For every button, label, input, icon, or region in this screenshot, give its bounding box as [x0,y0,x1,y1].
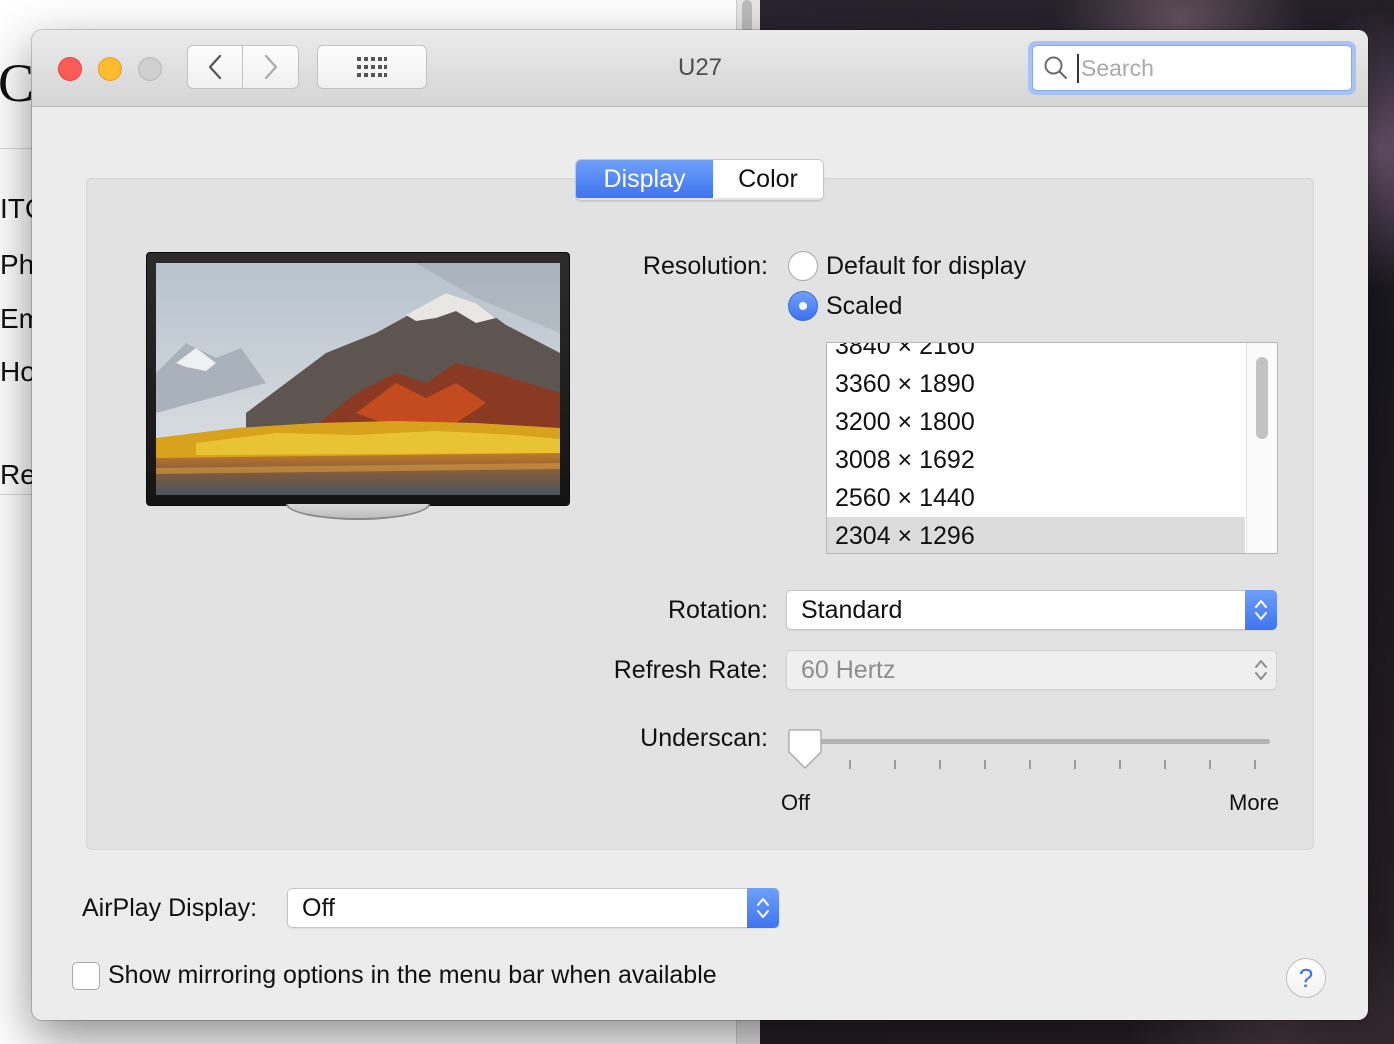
resolution-list-item[interactable]: 3200 × 1800 [827,403,1245,441]
search-box[interactable] [1032,45,1352,91]
wallpaper-image [156,263,560,495]
search-icon [1044,56,1068,80]
refresh-rate-label: Refresh Rate: [613,656,768,684]
chevron-left-icon [208,54,222,80]
background-item: Ho [0,356,36,387]
resolution-list[interactable]: 3840 × 2160 3360 × 1890 3200 × 1800 3008… [826,342,1278,554]
mirroring-checkbox[interactable] [72,962,100,990]
resolution-list-item[interactable]: 2560 × 1440 [827,479,1245,517]
scrollbar-thumb[interactable] [1256,357,1268,439]
back-button[interactable] [187,45,243,89]
show-all-button[interactable] [317,45,427,89]
title-bar: U27 [32,30,1368,107]
refresh-rate-value: 60 Hertz [801,655,896,684]
airplay-value: Off [302,893,335,922]
airplay-select[interactable]: Off [287,888,779,928]
search-field[interactable] [1028,41,1356,95]
slider-tick [1164,760,1166,769]
slider-tick [1074,760,1076,769]
select-arrows [1245,650,1277,690]
resolution-scrollbar[interactable] [1246,343,1277,553]
slider-tick [849,760,851,769]
chevron-up-down-icon [1255,600,1267,620]
underscan-max-label: More [1229,790,1280,815]
underscan-slider-track[interactable] [804,739,1270,744]
rotation-value: Standard [801,595,903,624]
resolution-list-item[interactable]: 3840 × 2160 [827,343,1245,365]
display-preferences-window: U27 Display Color [32,30,1368,1020]
select-arrows [747,888,779,928]
mirroring-label[interactable]: Show mirroring options in the menu bar w… [108,961,717,990]
slider-tick [1119,760,1121,769]
slider-tick [984,760,986,769]
forward-button[interactable] [243,45,299,89]
zoom-button[interactable] [138,57,162,81]
slider-tick [894,760,896,769]
slider-tick [1029,760,1031,769]
tab-bar: Display Color [575,159,824,201]
airplay-label: AirPlay Display: [82,894,258,922]
slider-tick [1254,760,1256,769]
window-title: U27 [677,54,723,81]
chevron-up-down-icon [757,898,769,918]
tab-color[interactable]: Color [713,160,823,198]
underscan-min-label: Off [781,790,810,815]
resolution-list-item[interactable]: 3360 × 1890 [827,365,1245,403]
close-button[interactable] [58,57,82,81]
underscan-label: Underscan: [640,724,768,752]
resolution-list-item-selected[interactable]: 2304 × 1296 [827,517,1245,553]
minimize-button[interactable] [98,57,122,81]
resolution-list-item[interactable]: 3008 × 1692 [827,441,1245,479]
grid-icon [357,57,387,77]
chevron-right-icon [264,54,277,80]
radio-default-label[interactable]: Default for display [826,252,1026,281]
slider-tick [939,760,941,769]
rotation-select[interactable]: Standard [786,590,1277,630]
radio-default-for-display[interactable] [788,251,818,281]
slider-tick [1209,760,1211,769]
help-button[interactable]: ? [1286,958,1326,998]
chevron-up-down-icon [1255,660,1267,680]
underscan-slider-knob[interactable] [788,728,822,770]
refresh-rate-select: 60 Hertz [786,650,1277,690]
monitor-illustration [146,252,570,506]
resolution-label: Resolution: [642,252,768,280]
rotation-label: Rotation: [667,596,768,624]
search-input[interactable] [1077,53,1323,83]
select-arrows [1245,590,1277,630]
radio-scaled[interactable] [788,291,818,321]
radio-scaled-label[interactable]: Scaled [826,292,902,321]
tab-display[interactable]: Display [576,160,713,198]
